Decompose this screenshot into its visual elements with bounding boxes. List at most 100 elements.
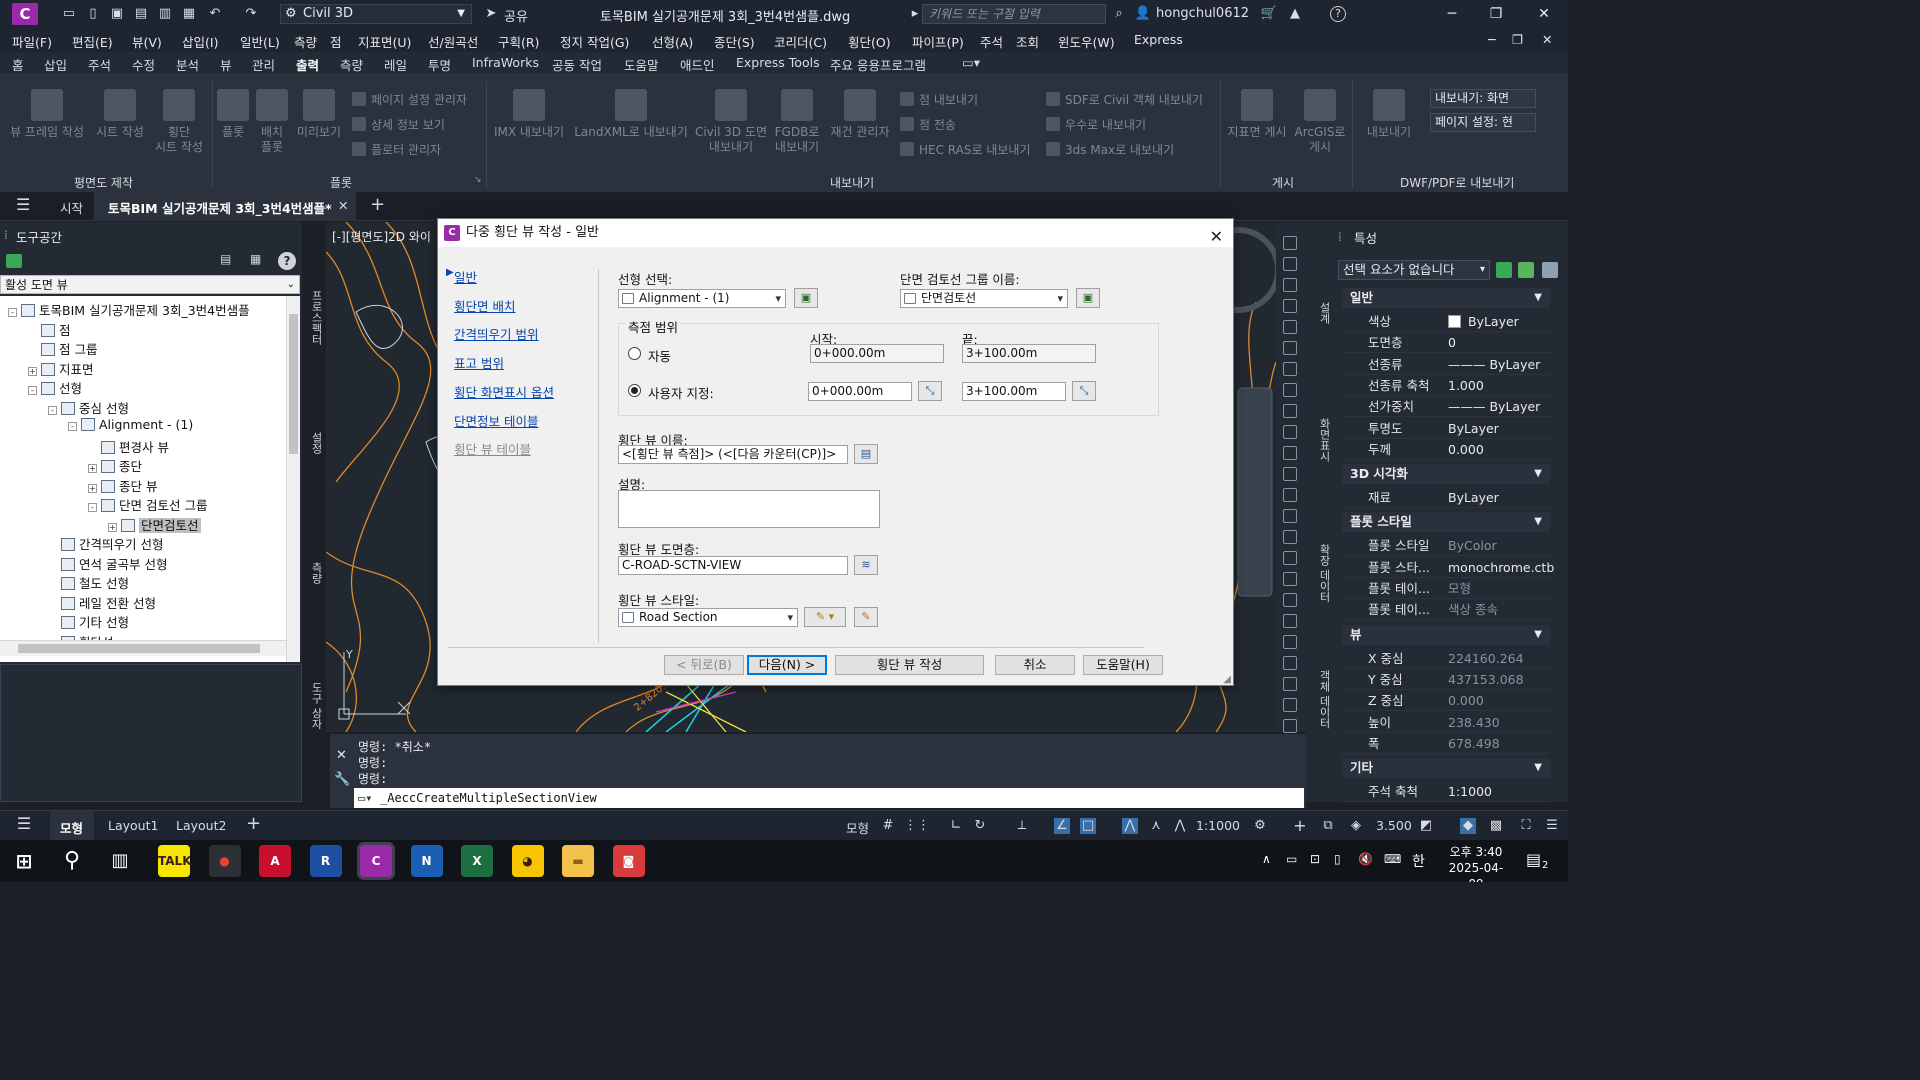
collapse-icon[interactable]: - [28,386,37,395]
chrome-icon[interactable]: ● [208,845,241,877]
property-row[interactable]: 선가중치 ——— ByLayer [1342,396,1550,418]
windows-start-icon[interactable]: ⊞ [8,845,40,877]
look-icon[interactable] [1283,593,1297,607]
ribbon-tab[interactable]: 관리 [252,55,275,74]
command-input[interactable]: ▭▾ _AeccCreateMultipleSectionView [354,788,1304,808]
property-row[interactable]: 도면층 0 [1342,332,1550,354]
batch-plot-button[interactable]: 배치 플롯 [252,89,292,155]
close-tab-icon[interactable]: ✕ [338,198,348,213]
restore-drawing-icon[interactable]: ❐ [1512,32,1523,47]
menu-item[interactable]: 조회 [1016,32,1039,51]
arcgis-publish-button[interactable]: ArcGIS로 게시 [1292,89,1348,155]
view-icon[interactable] [1283,488,1297,502]
expand-icon[interactable]: + [108,522,117,532]
scroll-thumb[interactable] [18,644,260,653]
tab-layout1[interactable]: Layout1 [108,818,158,833]
sdf-export-button[interactable]: SDF로 Civil 객체 내보내기 [1046,91,1203,108]
open-file-icon[interactable]: ▯ [84,5,102,23]
ribbon-tab[interactable]: 레일 [384,55,407,74]
tree-item[interactable]: 점 그룹 [28,339,97,358]
minimize-drawing-icon[interactable]: ─ [1488,32,1496,47]
page-setting-dropdown[interactable]: 페이지 설정: 현 [1430,113,1536,132]
minimize-icon[interactable]: ─ [1432,2,1472,26]
ribbon-tab[interactable]: 출력 [296,55,320,77]
ribbon-tab[interactable]: 분석 [176,55,199,74]
pick-sample-group-button[interactable]: ▣ [1076,288,1100,308]
tree-item[interactable]: 레일 전환 선형 [48,593,156,612]
tab-layout2[interactable]: Layout2 [176,818,226,833]
osnap-tracking-icon[interactable]: □ [1080,818,1096,834]
dwfx-export-button[interactable]: 내보내기 [1360,89,1418,140]
collapse-icon[interactable]: - [8,308,17,317]
point-transfer-button[interactable]: 점 전송 [900,116,956,133]
grip-icon[interactable]: ⁞ [1338,230,1342,244]
menu-item[interactable]: 편집(E) [72,32,113,51]
selection-dropdown[interactable]: 선택 요소가 없습니다 ▾ [1338,260,1490,280]
side-tab-display[interactable]: 화면표시 [1310,418,1332,462]
customize-icon[interactable]: 🔧 [334,772,350,787]
new-file-icon[interactable]: ▭ [60,5,78,23]
viewport-controls[interactable]: [-][평면도]2D 와이 [332,228,431,245]
grading-icon[interactable] [1283,677,1297,691]
surface-publish-button[interactable]: 지표면 게시 [1222,89,1292,140]
property-row[interactable]: 선종류 축척 1.000 [1342,375,1550,396]
search-icon[interactable]: ⚲ [56,845,88,877]
orbit-icon[interactable] [1283,320,1297,334]
autocad-icon[interactable]: A [259,845,291,877]
tree-item[interactable]: 간격띄우기 선형 [48,534,163,553]
object-snap-icon[interactable]: ∠ [1054,818,1070,834]
workspace-icon[interactable]: ◩ [1418,818,1434,834]
tree-item[interactable]: + 종단 뷰 [88,476,157,495]
isodraft-icon[interactable]: ⟂ [1014,818,1030,834]
collapse-icon[interactable]: - [48,405,57,415]
section-view-name-input[interactable]: <[횡단 뷰 측점]> (<[다음 카운터(CP)]> [618,445,848,464]
user-end-input[interactable]: 3+100.00m [962,382,1066,401]
edit-name-template-button[interactable]: ▤ [854,444,878,464]
model-space-toggle[interactable]: 모형 [846,818,869,837]
toggle-pickadd-icon[interactable] [1496,262,1512,278]
property-row[interactable]: Y 중심 437153.068 [1342,669,1550,690]
alignment-select[interactable]: Alignment - (1) [618,289,786,308]
ime-indicator[interactable]: 한 [1412,851,1425,871]
pick-start-station-button[interactable]: ⤡ [918,381,942,401]
kakao-talk-icon[interactable]: TALK [158,845,192,877]
side-tab-survey[interactable]: 측량 [304,562,324,584]
menu-item[interactable]: 지표면(U) [358,32,411,51]
pick-style-button[interactable]: ✎ [854,607,878,627]
corridor-icon[interactable] [1283,656,1297,670]
select-objects-icon[interactable] [1518,262,1534,278]
annotation-visibility-icon[interactable]: ⋀ [1122,818,1138,834]
layer-picker-button[interactable]: ≋ [854,555,878,575]
ortho-icon[interactable] [1283,257,1297,271]
ribbon-tab[interactable]: 투명 [428,55,451,74]
save-icon[interactable]: ▣ [108,5,126,23]
assembly-icon[interactable] [1283,719,1297,733]
collapse-icon[interactable]: - [68,422,77,431]
collapse-icon[interactable]: - [88,503,97,512]
volume-mute-icon[interactable]: 🔇 [1358,852,1373,866]
grip-icon[interactable]: ⁞ [4,228,8,242]
tree-item[interactable]: - 단면 검토선 그룹 [88,495,207,514]
side-tab-toolbox[interactable]: 도구 상자 [304,682,324,730]
tree-vertical-scrollbar[interactable] [286,296,300,662]
grid-icon[interactable]: # [880,818,896,834]
print-icon[interactable]: ▦ [180,5,198,23]
network-icon[interactable]: ⊡ [1310,852,1320,866]
snap-icon[interactable] [1283,404,1297,418]
civil3d-logo-icon[interactable]: C [12,3,38,25]
ortho-icon[interactable]: ∟ [948,818,964,834]
tree-item[interactable]: 철도 선형 [48,573,129,592]
property-row[interactable]: 색상 ByLayer [1342,311,1550,332]
wizard-step-link[interactable]: 횡단 화면표시 옵션 [454,382,554,401]
property-section-header[interactable]: 플롯 스타일 ▼ [1342,512,1550,533]
share-icon[interactable]: ➤ [482,5,500,23]
style-select[interactable]: Road Section [618,608,798,627]
back-button[interactable]: < 뒤로(B) [664,655,744,675]
excel-icon[interactable]: X [461,845,493,877]
tree-item[interactable]: + 단면검토선 [108,515,201,534]
wizard-step-link[interactable]: 표고 범위 [454,353,504,372]
profile-icon[interactable] [1283,635,1297,649]
menu-item[interactable]: 선형(A) [652,32,693,51]
tree-item[interactable]: 점 [28,320,71,339]
plot-button[interactable]: 플롯 [214,89,252,140]
